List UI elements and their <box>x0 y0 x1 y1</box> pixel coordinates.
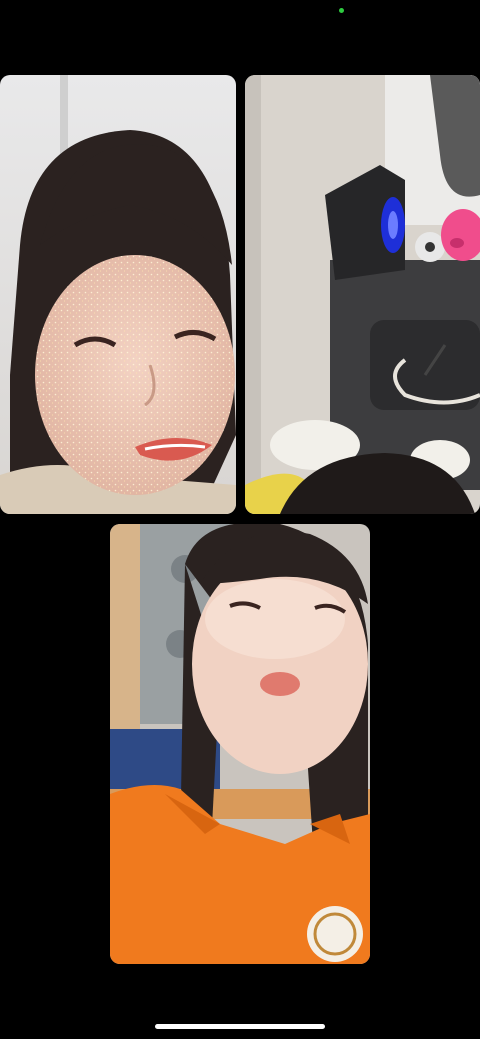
participant-video-tile-1[interactable] <box>0 75 236 514</box>
participant-video-3 <box>110 524 370 964</box>
participant-video-1 <box>0 75 236 514</box>
home-indicator[interactable] <box>155 1024 325 1029</box>
participant-video-2 <box>245 75 480 514</box>
camera-active-indicator-icon <box>339 8 344 13</box>
participant-video-tile-2[interactable] <box>245 75 480 514</box>
participant-video-tile-3[interactable] <box>110 524 370 964</box>
